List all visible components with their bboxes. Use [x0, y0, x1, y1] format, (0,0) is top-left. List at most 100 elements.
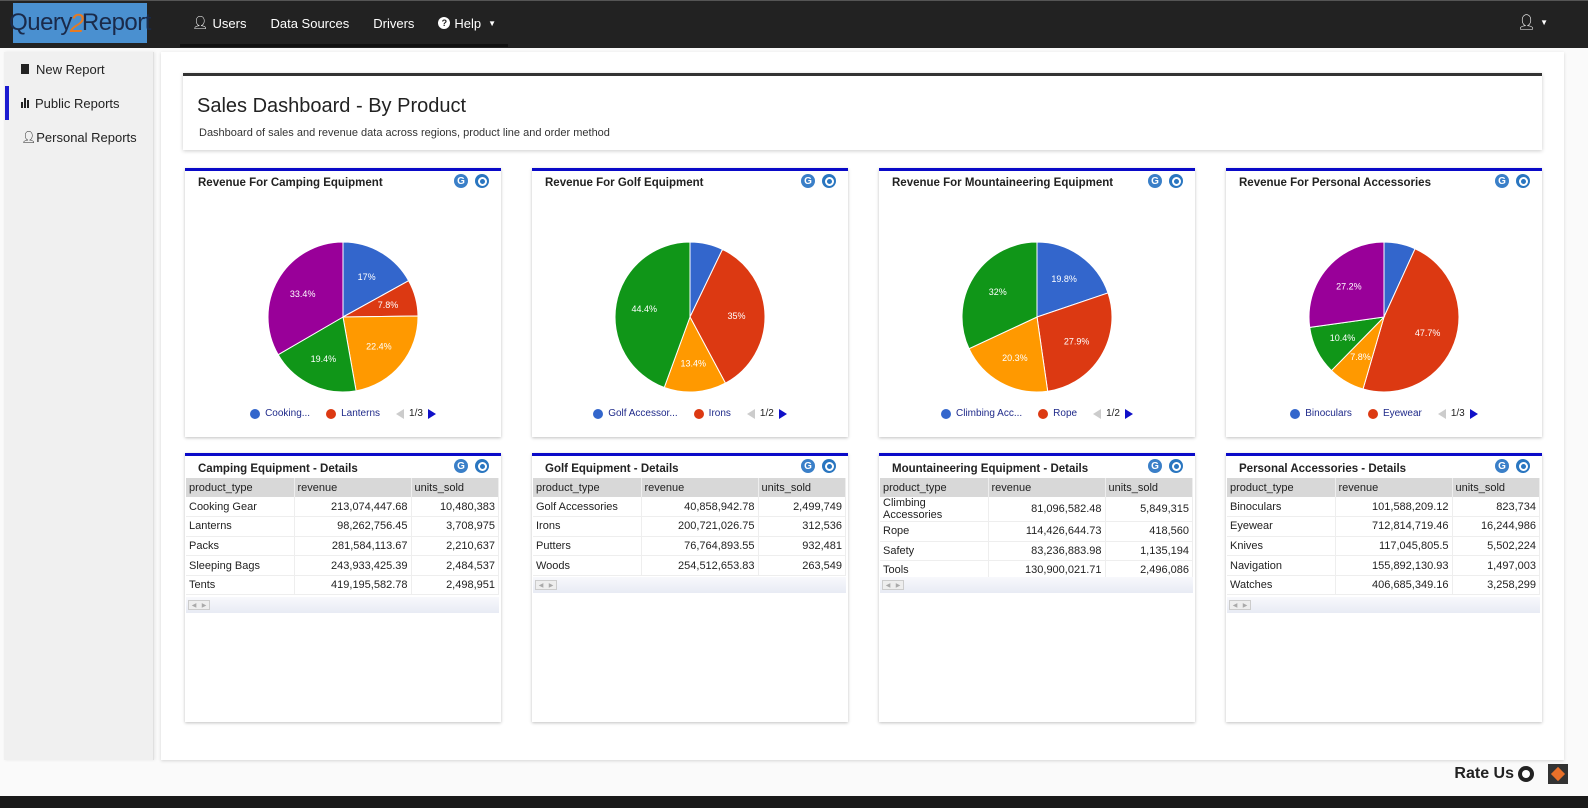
scroll-left-icon[interactable]: ◀ — [1233, 602, 1238, 609]
next-page-icon[interactable] — [427, 408, 436, 419]
gear-icon[interactable] — [1169, 459, 1183, 473]
horizontal-scrollbar[interactable]: ◀ ▶ — [186, 597, 499, 613]
column-header[interactable]: revenue — [988, 478, 1106, 497]
refresh-icon[interactable]: G — [1148, 459, 1162, 473]
gear-icon[interactable] — [475, 174, 489, 188]
refresh-icon[interactable]: G — [454, 459, 468, 473]
gear-icon[interactable] — [822, 459, 836, 473]
refresh-icon[interactable]: G — [801, 174, 815, 188]
legend-entry[interactable]: Lanterns — [326, 408, 380, 419]
legend-entry[interactable]: Binoculars — [1290, 408, 1352, 419]
scroll-left-icon[interactable]: ◀ — [886, 582, 891, 589]
prev-page-icon[interactable] — [746, 408, 755, 419]
legend-entry[interactable]: Cooking... — [250, 408, 310, 419]
refresh-icon[interactable]: G — [1495, 174, 1509, 188]
legend-dot-icon — [250, 408, 261, 419]
table-row[interactable]: Watches 406,685,349.16 3,258,299 — [1227, 575, 1540, 596]
scroll-left-icon[interactable]: ◀ — [192, 602, 197, 609]
table-row[interactable]: Navigation 155,892,130.93 1,497,003 — [1227, 555, 1540, 576]
table-row[interactable]: Putters 76,764,893.55 932,481 — [533, 536, 846, 557]
legend-dot-icon — [593, 408, 604, 419]
table-row[interactable]: Lanterns 98,262,756.45 3,708,975 — [186, 516, 499, 537]
scroll-right-icon[interactable]: ▶ — [549, 582, 554, 589]
refresh-icon[interactable]: G — [454, 174, 468, 188]
table-cell: Climbing Accessories — [880, 497, 989, 522]
table-row[interactable]: Golf Accessories 40,858,942.78 2,499,749 — [533, 497, 846, 518]
horizontal-scrollbar[interactable]: ◀ ▶ — [533, 577, 846, 594]
table-row[interactable]: Woods 254,512,653.83 263,549 — [533, 555, 846, 576]
details-table-panel: Personal Accessories - Details Gproduct_t… — [1226, 453, 1542, 722]
refresh-icon[interactable]: G — [1148, 174, 1162, 188]
slice-label: 17% — [358, 272, 376, 282]
sidebar-item-label: Public Reports — [35, 95, 120, 111]
gear-icon[interactable] — [1516, 459, 1530, 473]
sidebar-item-personal-reports[interactable]: 👤︎ Personal Reports — [4, 120, 153, 154]
scroll-left-icon[interactable]: ◀ — [539, 582, 544, 589]
nav-help-dropdown[interactable]: ? Help ▼ — [426, 1, 508, 45]
refresh-icon[interactable]: G — [801, 459, 815, 473]
column-header[interactable]: units_sold — [1105, 478, 1193, 497]
column-header[interactable]: product_type — [1227, 478, 1336, 497]
prev-page-icon[interactable] — [1437, 408, 1446, 419]
column-header[interactable]: revenue — [294, 478, 412, 497]
app-badge-icon[interactable] — [1548, 764, 1568, 784]
table-row[interactable]: Cooking Gear 213,074,447.68 10,480,383 — [186, 497, 499, 518]
next-page-icon[interactable] — [1124, 408, 1133, 419]
column-header[interactable]: units_sold — [411, 478, 499, 497]
nav-users[interactable]: 👤︎ Users — [180, 1, 258, 45]
table-cell: 40,858,942.78 — [641, 497, 759, 518]
column-header[interactable]: product_type — [186, 478, 295, 497]
table-row[interactable]: Sleeping Bags 243,933,425.39 2,484,537 — [186, 555, 499, 576]
caret-down-icon: ▼ — [488, 18, 497, 28]
table-row[interactable]: Irons 200,721,026.75 312,536 — [533, 516, 846, 537]
table-cell: 2,484,537 — [411, 555, 499, 576]
gear-icon[interactable] — [822, 174, 836, 188]
column-header[interactable]: units_sold — [758, 478, 846, 497]
nav-drivers[interactable]: Drivers — [361, 1, 426, 45]
gear-icon[interactable] — [475, 459, 489, 473]
legend-entry[interactable]: Irons — [693, 408, 731, 419]
gear-icon[interactable] — [1516, 174, 1530, 188]
horizontal-scrollbar[interactable]: ◀ ▶ — [880, 577, 1193, 594]
user-menu-dropdown[interactable]: 👤︎ ▼ — [1517, 13, 1548, 31]
sidebar-item-new-report[interactable]: New Report — [4, 52, 153, 86]
details-table: product_type revenue units_sold Golf Access… — [533, 478, 846, 576]
column-header[interactable]: product_type — [533, 478, 642, 497]
legend-entry[interactable]: Golf Accessor... — [593, 408, 678, 419]
scroll-right-icon[interactable]: ▶ — [1243, 602, 1248, 609]
next-page-icon[interactable] — [778, 408, 787, 419]
table-row[interactable]: Eyewear 712,814,719.46 16,244,986 — [1227, 516, 1540, 537]
table-cell: 5,849,315 — [1105, 497, 1193, 522]
sidebar-item-public-reports[interactable]: Public Reports — [4, 86, 153, 120]
legend-entry[interactable]: Rope — [1038, 408, 1077, 419]
table-cell: 1,497,003 — [1452, 555, 1540, 576]
column-header[interactable]: revenue — [1335, 478, 1453, 497]
prev-page-icon[interactable] — [1093, 408, 1102, 419]
nav-data-sources[interactable]: Data Sources — [258, 1, 361, 45]
column-header[interactable]: units_sold — [1452, 478, 1540, 497]
table-title: Personal Accessories - Details — [1239, 463, 1407, 475]
legend-entry[interactable]: Eyewear — [1367, 408, 1422, 419]
table-row[interactable]: Binoculars 101,588,209.12 823,734 — [1227, 497, 1540, 518]
bottom-bar — [0, 796, 1588, 808]
column-header[interactable]: revenue — [641, 478, 759, 497]
prev-page-icon[interactable] — [396, 408, 405, 419]
table-row[interactable]: Packs 281,584,113.67 2,210,637 — [186, 536, 499, 557]
brand-logo[interactable]: Query 2 Report — [9, 3, 151, 43]
chart-title: Revenue For Camping Equipment — [198, 177, 383, 189]
rate-us-link[interactable]: Rate Us — [1454, 765, 1534, 783]
horizontal-scrollbar[interactable]: ◀ ▶ — [1227, 597, 1540, 613]
next-page-icon[interactable] — [1469, 408, 1478, 419]
table-row[interactable]: Knives 117,045,805.5 5,502,224 — [1227, 536, 1540, 557]
legend-entry[interactable]: Climbing Acc... — [941, 408, 1022, 419]
gear-icon[interactable] — [1169, 174, 1183, 188]
refresh-icon[interactable]: G — [1495, 459, 1509, 473]
scroll-right-icon[interactable]: ▶ — [896, 582, 901, 589]
table-cell: Irons — [533, 516, 642, 537]
column-header[interactable]: product_type — [880, 478, 989, 497]
table-row[interactable]: Rope 114,426,644.73 418,560 — [880, 521, 1193, 542]
table-row[interactable]: Climbing Accessories 81,096,582.48 5,849,3… — [880, 497, 1193, 522]
table-row[interactable]: Safety 83,236,883.98 1,135,194 — [880, 541, 1193, 562]
table-row[interactable]: Tents 419,195,582.78 2,498,951 — [186, 575, 499, 596]
scroll-right-icon[interactable]: ▶ — [202, 602, 207, 609]
